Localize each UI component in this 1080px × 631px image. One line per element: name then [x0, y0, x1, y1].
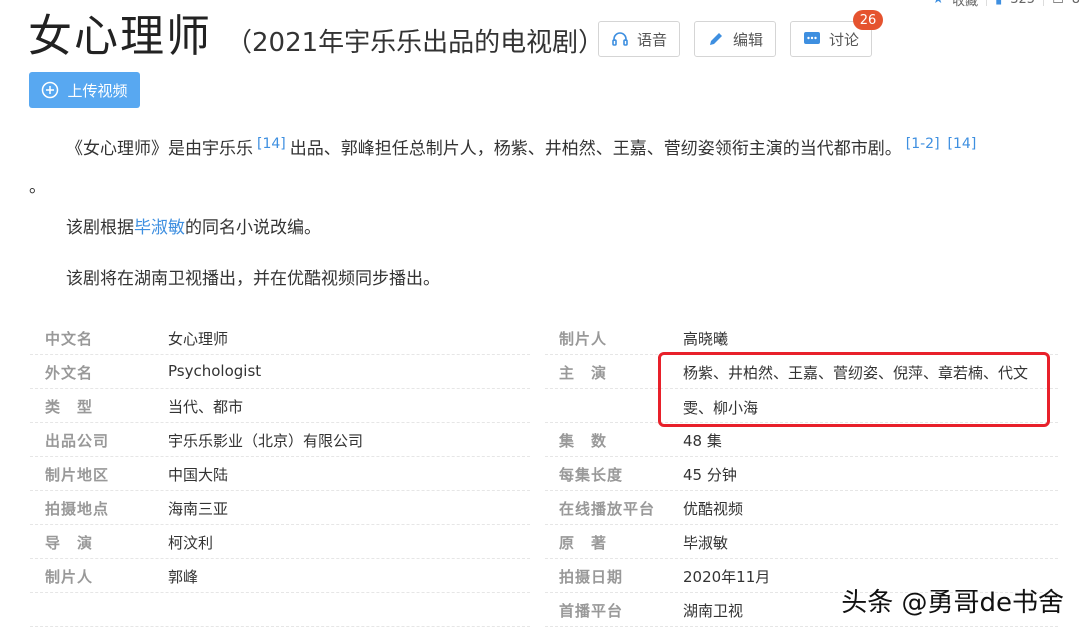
info-label: 类 型 [45, 398, 94, 416]
broadcast-paragraph: 该剧将在湖南卫视播出，并在优酷视频同步播出。 [66, 269, 440, 289]
info-value: 湖南卫视 [683, 602, 744, 620]
page-subtitle: （2021年宇乐乐出品的电视剧） [226, 28, 605, 58]
info-label: 集 数 [559, 432, 608, 450]
info-label: 制片人 [559, 330, 608, 348]
info-value: 柯汶利 [168, 534, 214, 552]
edit-label: 编辑 [733, 30, 764, 49]
discuss-count-badge: 26 [853, 10, 884, 30]
info-label: 拍摄日期 [559, 568, 624, 586]
info-row: 制片人 高晓曦 [545, 321, 1058, 355]
info-value: 女心理师 [168, 330, 229, 348]
reference-link[interactable]: [14] [257, 136, 286, 152]
info-row: 中文名 女心理师 [30, 321, 530, 355]
info-row: 拍摄地点 海南三亚 [30, 491, 530, 525]
info-row: 原 著 毕淑敏 [545, 525, 1058, 559]
title-row: 女心理师 （2021年宇乐乐出品的电视剧） [28, 8, 604, 72]
plus-circle-icon [41, 81, 59, 99]
watermark: 头条 @勇哥de书舍 [841, 588, 1064, 618]
info-value: 优酷视频 [683, 500, 744, 518]
info-label: 制片人 [45, 568, 94, 586]
reference-link[interactable]: [1-2] [906, 136, 940, 152]
thumbs-up-icon[interactable]: ▮ [995, 0, 1002, 7]
info-value: 2020年11月 [683, 568, 771, 586]
info-value: 高晓曦 [683, 330, 729, 348]
info-row: 导 演 柯汶利 [30, 525, 530, 559]
headphones-icon [611, 30, 629, 48]
author-link[interactable]: 毕淑敏 [134, 218, 185, 238]
voice-label: 语音 [637, 30, 668, 49]
info-row: 制片地区 中国大陆 [30, 457, 530, 491]
info-label: 导 演 [45, 534, 94, 552]
page-title: 女心理师 [28, 11, 212, 62]
highlight-box [658, 352, 1050, 427]
info-label: 原 著 [559, 534, 608, 552]
summary-paragraph: 《女心理师》是由宇乐乐 [14] 出品、郭峰担任总制片人，杨紫、井柏然、王嘉、菅纫姿… [66, 131, 980, 162]
adaptation-text: 的同名小说改编。 [185, 218, 321, 238]
info-label: 在线播放平台 [559, 500, 656, 518]
info-label: 出品公司 [45, 432, 110, 450]
info-row: 集 数 48 集 [545, 423, 1058, 457]
star-icon[interactable]: ★ [932, 0, 944, 7]
adaptation-text: 该剧根据 [66, 218, 134, 238]
adaptation-paragraph: 该剧根据毕淑敏的同名小说改编。 [66, 215, 321, 241]
divider [1043, 0, 1045, 6]
info-label: 制片地区 [45, 466, 110, 484]
info-value: 海南三亚 [168, 500, 229, 518]
divider [986, 0, 988, 6]
upload-video-label: 上传视频 [67, 81, 128, 100]
summary-text: 《女心理师》是由宇乐乐 [66, 139, 253, 159]
info-row-empty [30, 593, 530, 627]
info-row: 外文名 Psychologist [30, 355, 530, 389]
discuss-button[interactable]: 讨论 26 [790, 10, 884, 57]
info-row: 在线播放平台 优酷视频 [545, 491, 1058, 525]
chat-bubble-icon [803, 30, 821, 48]
info-value: 宇乐乐影业（北京）有限公司 [168, 432, 364, 450]
info-value: 当代、都市 [168, 398, 244, 416]
like-count: 325 [1010, 0, 1035, 7]
info-label: 首播平台 [559, 602, 624, 620]
info-value: 中国大陆 [168, 466, 229, 484]
info-value: Psychologist [168, 362, 262, 380]
upload-video-button[interactable]: 上传视频 [29, 72, 140, 108]
info-label: 中文名 [45, 330, 94, 348]
info-row: 出品公司 宇乐乐影业（北京）有限公司 [30, 423, 530, 457]
edit-button[interactable]: 编辑 [694, 21, 777, 57]
favorite-label[interactable]: 收藏 [952, 0, 978, 9]
info-value: 45 分钟 [683, 466, 737, 484]
reference-link[interactable]: [14] [948, 136, 977, 152]
info-label: 每集长度 [559, 466, 624, 484]
info-label: 拍摄地点 [45, 500, 110, 518]
info-value: 毕淑敏 [683, 534, 729, 552]
top-toolbar: ★ 收藏 ▮ 325 ☐ 8 [932, 0, 1080, 9]
share-icon[interactable]: ☐ [1052, 0, 1064, 7]
info-row: 制片人 郭峰 [30, 559, 530, 593]
info-label: 主 演 [559, 364, 608, 382]
info-row: 类 型 当代、都市 [30, 389, 530, 423]
voice-button[interactable]: 语音 [598, 21, 681, 57]
info-value: 48 集 [683, 432, 722, 450]
action-buttons: 语音 编辑 讨论 26 [598, 10, 884, 57]
summary-text: 出品、郭峰担任总制片人，杨紫、井柏然、王嘉、菅纫姿领衔主演的当代都市剧。 [289, 139, 902, 159]
info-row: 每集长度 45 分钟 [545, 457, 1058, 491]
summary-tail: 。 [29, 177, 46, 197]
discuss-label: 讨论 [829, 30, 860, 49]
share-count: 8 [1072, 0, 1080, 7]
info-label: 外文名 [45, 364, 94, 382]
info-value: 郭峰 [168, 568, 199, 586]
pencil-icon [707, 30, 725, 48]
